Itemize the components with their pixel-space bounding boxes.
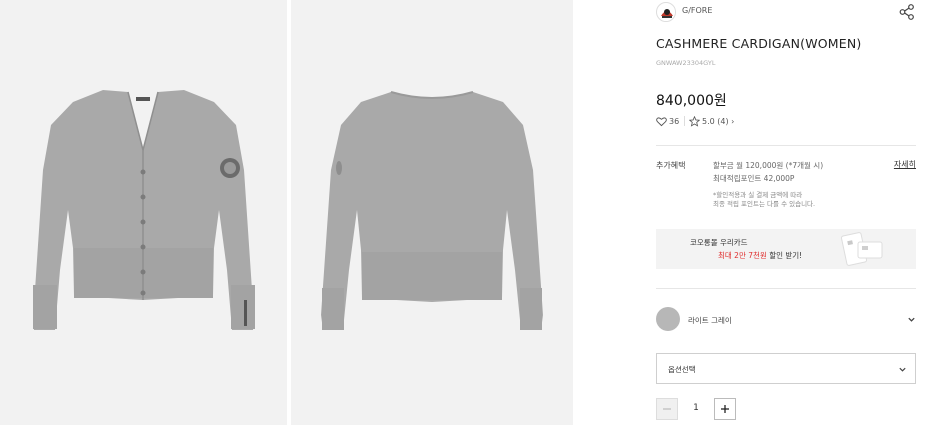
points-text: 최대적립포인트 42,000P: [713, 174, 795, 183]
section-divider: [656, 288, 916, 289]
card-promo-title: 코오롱몰 우리카드: [690, 238, 748, 247]
option-select-dropdown[interactable]: 옵션선택: [656, 353, 916, 384]
chevron-down-icon: [899, 367, 906, 372]
brand-row: G/FORE: [656, 2, 916, 22]
card-promo-banner[interactable]: 코오롱몰 우리카드 최대 2만 7천원 할인 받기!: [656, 229, 916, 269]
product-price: 840,000원: [656, 93, 727, 109]
minus-icon: [663, 408, 671, 410]
cardigan-front-image: [0, 0, 287, 425]
credit-card-icon: [840, 232, 883, 266]
like-count: 36: [669, 117, 680, 126]
rating-value: 5.0 (4): [702, 117, 729, 126]
product-info-panel: G/FORE CASHMERE CARDIGAN(WOMEN) GNWAW233…: [656, 0, 916, 425]
color-option-selector[interactable]: 라이트 그레이: [656, 305, 916, 333]
chevron-down-icon: [908, 317, 915, 322]
increase-quantity-button[interactable]: [714, 398, 736, 420]
rating-link[interactable]: 5.0 (4) ›: [702, 117, 734, 126]
benefit-detail-link[interactable]: 자세히: [894, 159, 916, 170]
cardigan-back-image: [291, 0, 573, 425]
decrease-quantity-button[interactable]: [656, 398, 678, 420]
card-promo-cta: 할인 받기!: [766, 251, 803, 260]
quantity-stepper: 1: [656, 398, 738, 420]
rating-arrow-icon: ›: [731, 117, 735, 126]
card-promo-discount: 최대 2만 7천원: [718, 251, 767, 260]
option-select-placeholder: 옵션선택: [668, 365, 696, 374]
card-promo-offer: 최대 2만 7천원 할인 받기!: [718, 250, 802, 261]
product-sku: GNWAW23304GYL: [656, 59, 716, 67]
product-image-back[interactable]: [291, 0, 573, 425]
installment-text: 할부금 월 120,000원 (*7개월 시): [713, 161, 824, 170]
heart-icon[interactable]: [656, 116, 667, 127]
points-note-line2: 최종 적립 포인트는 다를 수 있습니다.: [713, 200, 816, 208]
brand-logo-icon[interactable]: [656, 2, 676, 22]
section-divider: [656, 145, 916, 146]
plus-icon: [721, 405, 729, 413]
color-swatch: [656, 307, 680, 331]
star-icon: [689, 116, 700, 127]
benefit-label: 추가혜택: [656, 161, 686, 170]
share-icon[interactable]: [898, 3, 916, 21]
quantity-value[interactable]: 1: [678, 403, 714, 413]
color-name: 라이트 그레이: [688, 316, 732, 325]
brand-name[interactable]: G/FORE: [682, 6, 712, 15]
product-image-front[interactable]: [0, 0, 287, 425]
meta-divider: [684, 116, 685, 126]
product-title: CASHMERE CARDIGAN(WOMEN): [656, 36, 862, 51]
